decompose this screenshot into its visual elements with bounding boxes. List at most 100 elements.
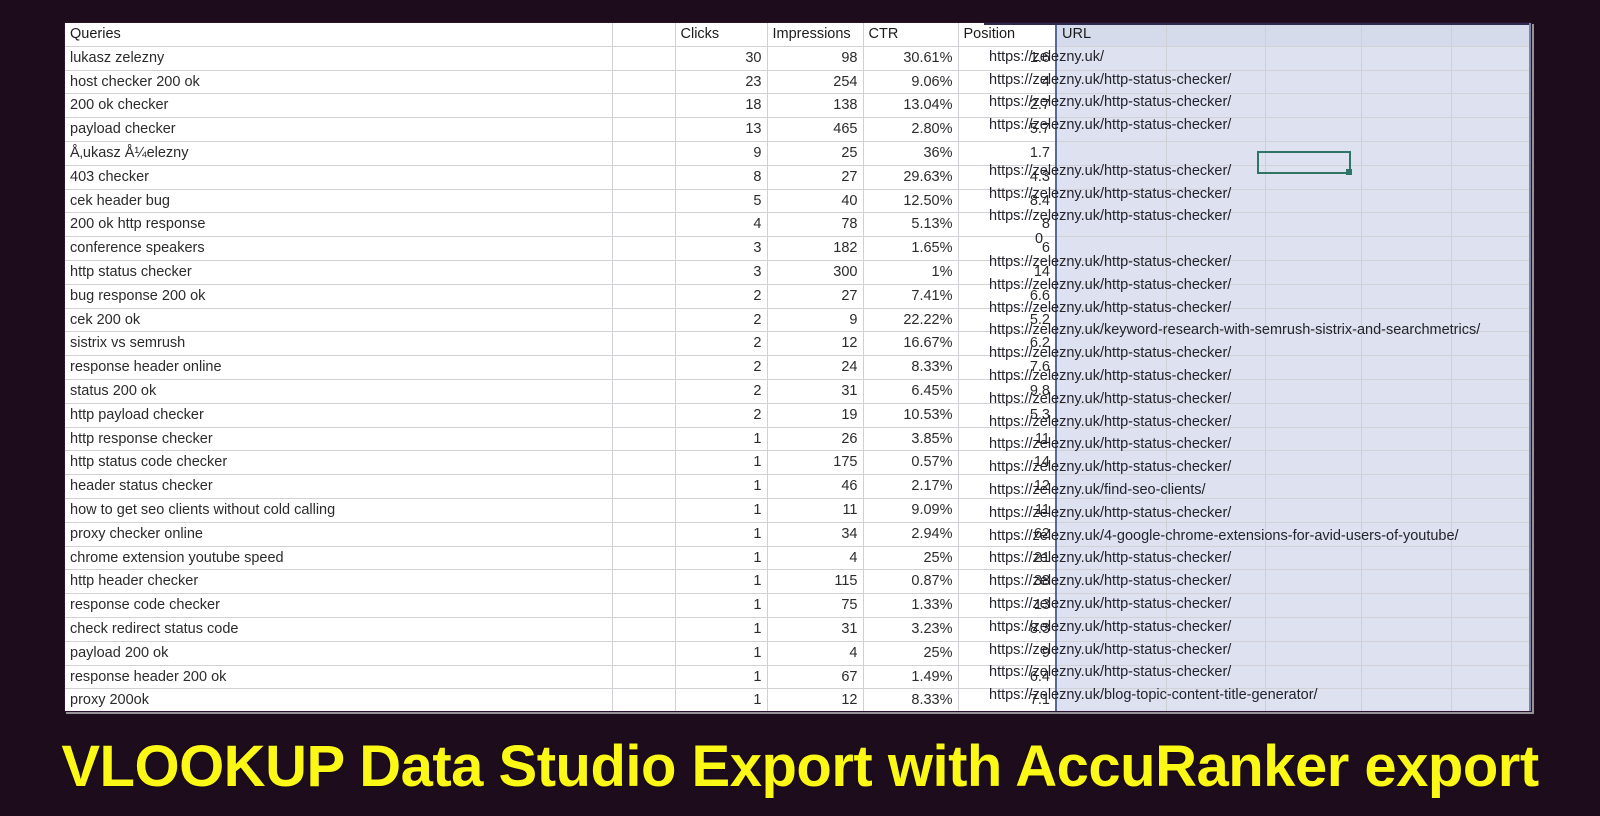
cell-url-overflow-2[interactable] (1265, 546, 1362, 571)
cell-clicks[interactable]: 1 (675, 569, 768, 595)
cell-position[interactable]: 6.6 (958, 284, 1057, 309)
cell-url-overflow-4[interactable] (1451, 427, 1531, 452)
cell-url[interactable] (1055, 617, 1167, 642)
column-header-ctr[interactable]: CTR (863, 23, 959, 47)
cell-url-overflow-4[interactable] (1451, 212, 1531, 238)
cell-url-overflow-4[interactable] (1451, 665, 1531, 690)
cell-clicks[interactable]: 3 (675, 260, 768, 285)
column-header-empty-1[interactable] (1166, 23, 1266, 47)
cell-url-overflow-4[interactable] (1451, 117, 1531, 142)
cell-spacer[interactable] (612, 569, 676, 595)
cell-url-overflow-2[interactable] (1265, 236, 1362, 261)
cell-impressions[interactable]: 115 (767, 569, 864, 595)
table-row[interactable]: status 200 ok 2 31 6.45% 9.8 (65, 379, 1531, 404)
cell-url-overflow-2[interactable] (1265, 117, 1362, 142)
cell-clicks[interactable]: 18 (675, 93, 768, 119)
cell-url-overflow-4[interactable] (1451, 403, 1531, 428)
cell-spacer[interactable] (612, 189, 676, 214)
cell-position[interactable]: 13 (958, 593, 1057, 618)
cell-clicks[interactable]: 2 (675, 355, 768, 380)
cell-spacer[interactable] (612, 284, 676, 309)
cell-clicks[interactable]: 5 (675, 189, 768, 214)
cell-url-overflow-4[interactable] (1451, 474, 1531, 499)
cell-url-overflow-4[interactable] (1451, 355, 1531, 380)
cell-url-overflow-3[interactable] (1361, 260, 1452, 285)
cell-url[interactable] (1055, 189, 1167, 214)
cell-url-overflow-2[interactable] (1265, 212, 1362, 238)
cell-url-overflow-1[interactable] (1166, 93, 1266, 119)
cell-ctr[interactable]: 25% (863, 641, 959, 666)
cell-query[interactable]: bug response 200 ok (65, 284, 613, 309)
cell-url-overflow-3[interactable] (1361, 236, 1452, 261)
cell-url-overflow-4[interactable] (1451, 308, 1531, 333)
cell-url-overflow-4[interactable] (1451, 46, 1531, 71)
cell-impressions[interactable]: 31 (767, 617, 864, 642)
cell-spacer[interactable] (612, 427, 676, 452)
cell-url-overflow-4[interactable] (1451, 593, 1531, 618)
cell-position[interactable]: 1.7 (958, 141, 1057, 166)
cell-impressions[interactable]: 19 (767, 403, 864, 428)
cell-url-overflow-3[interactable] (1361, 617, 1452, 642)
cell-url-overflow-1[interactable] (1166, 688, 1266, 711)
column-header-queries[interactable]: Queries (65, 23, 613, 47)
table-row[interactable]: http status code checker 1 175 0.57% 14 (65, 450, 1531, 476)
cell-query[interactable]: 403 checker (65, 165, 613, 190)
cell-url-overflow-4[interactable] (1451, 379, 1531, 404)
cell-url-overflow-1[interactable] (1166, 617, 1266, 642)
cell-clicks[interactable]: 1 (675, 593, 768, 618)
cell-url-overflow-1[interactable] (1166, 117, 1266, 142)
cell-position[interactable]: 5.3 (958, 403, 1057, 428)
cell-url-overflow-3[interactable] (1361, 212, 1452, 238)
cell-position[interactable]: 8.4 (958, 189, 1057, 214)
cell-impressions[interactable]: 98 (767, 46, 864, 71)
cell-url-overflow-3[interactable] (1361, 522, 1452, 547)
cell-ctr[interactable]: 13.04% (863, 93, 959, 119)
cell-clicks[interactable]: 1 (675, 641, 768, 666)
cell-query[interactable]: 200 ok checker (65, 93, 613, 119)
cell-position[interactable]: 4.3 (958, 165, 1057, 190)
cell-url-overflow-3[interactable] (1361, 284, 1452, 309)
cell-position[interactable]: 11 (958, 427, 1057, 452)
cell-url[interactable] (1055, 379, 1167, 404)
cell-url-overflow-4[interactable] (1451, 165, 1531, 190)
cell-ctr[interactable]: 29.63% (863, 165, 959, 190)
column-header-impressions[interactable]: Impressions (767, 23, 864, 47)
cell-url-overflow-3[interactable] (1361, 331, 1452, 357)
cell-url-overflow-2[interactable] (1265, 641, 1362, 666)
cell-url-overflow-4[interactable] (1451, 284, 1531, 309)
cell-ctr[interactable]: 0.87% (863, 569, 959, 595)
active-cell-outline[interactable] (1257, 151, 1352, 175)
cell-impressions[interactable]: 27 (767, 284, 864, 309)
table-row[interactable]: payload checker 13 465 2.80% 5.7 (65, 117, 1531, 142)
cell-url-overflow-3[interactable] (1361, 546, 1452, 571)
cell-url[interactable] (1055, 593, 1167, 618)
cell-impressions[interactable]: 26 (767, 427, 864, 452)
cell-impressions[interactable]: 75 (767, 593, 864, 618)
cell-url[interactable] (1055, 427, 1167, 452)
cell-url-overflow-4[interactable] (1451, 522, 1531, 547)
cell-position[interactable]: 14 (958, 260, 1057, 285)
cell-position[interactable]: 9.8 (958, 379, 1057, 404)
cell-url-overflow-1[interactable] (1166, 308, 1266, 333)
cell-query[interactable]: response header 200 ok (65, 665, 613, 690)
cell-url-overflow-1[interactable] (1166, 70, 1266, 95)
cell-url-overflow-2[interactable] (1265, 688, 1362, 711)
cell-url[interactable] (1055, 546, 1167, 571)
cell-query[interactable]: proxy 200ok (65, 688, 613, 711)
cell-spacer[interactable] (612, 117, 676, 142)
table-row[interactable]: sistrix vs semrush 2 12 16.67% 6.2 (65, 331, 1531, 357)
cell-query[interactable]: status 200 ok (65, 379, 613, 404)
cell-clicks[interactable]: 2 (675, 379, 768, 404)
cell-url-overflow-4[interactable] (1451, 93, 1531, 119)
cell-ctr[interactable]: 5.13% (863, 212, 959, 238)
cell-query[interactable]: cek header bug (65, 189, 613, 214)
table-row[interactable]: chrome extension youtube speed 1 4 25% 21 (65, 546, 1531, 571)
cell-ctr[interactable]: 1.49% (863, 665, 959, 690)
table-row[interactable]: response header 200 ok 1 67 1.49% 6.4 (65, 665, 1531, 690)
table-row[interactable]: http response checker 1 26 3.85% 11 (65, 427, 1531, 452)
cell-url-overflow-1[interactable] (1166, 641, 1266, 666)
cell-url-overflow-3[interactable] (1361, 593, 1452, 618)
cell-url-overflow-4[interactable] (1451, 546, 1531, 571)
cell-spacer[interactable] (612, 450, 676, 476)
cell-clicks[interactable]: 1 (675, 546, 768, 571)
